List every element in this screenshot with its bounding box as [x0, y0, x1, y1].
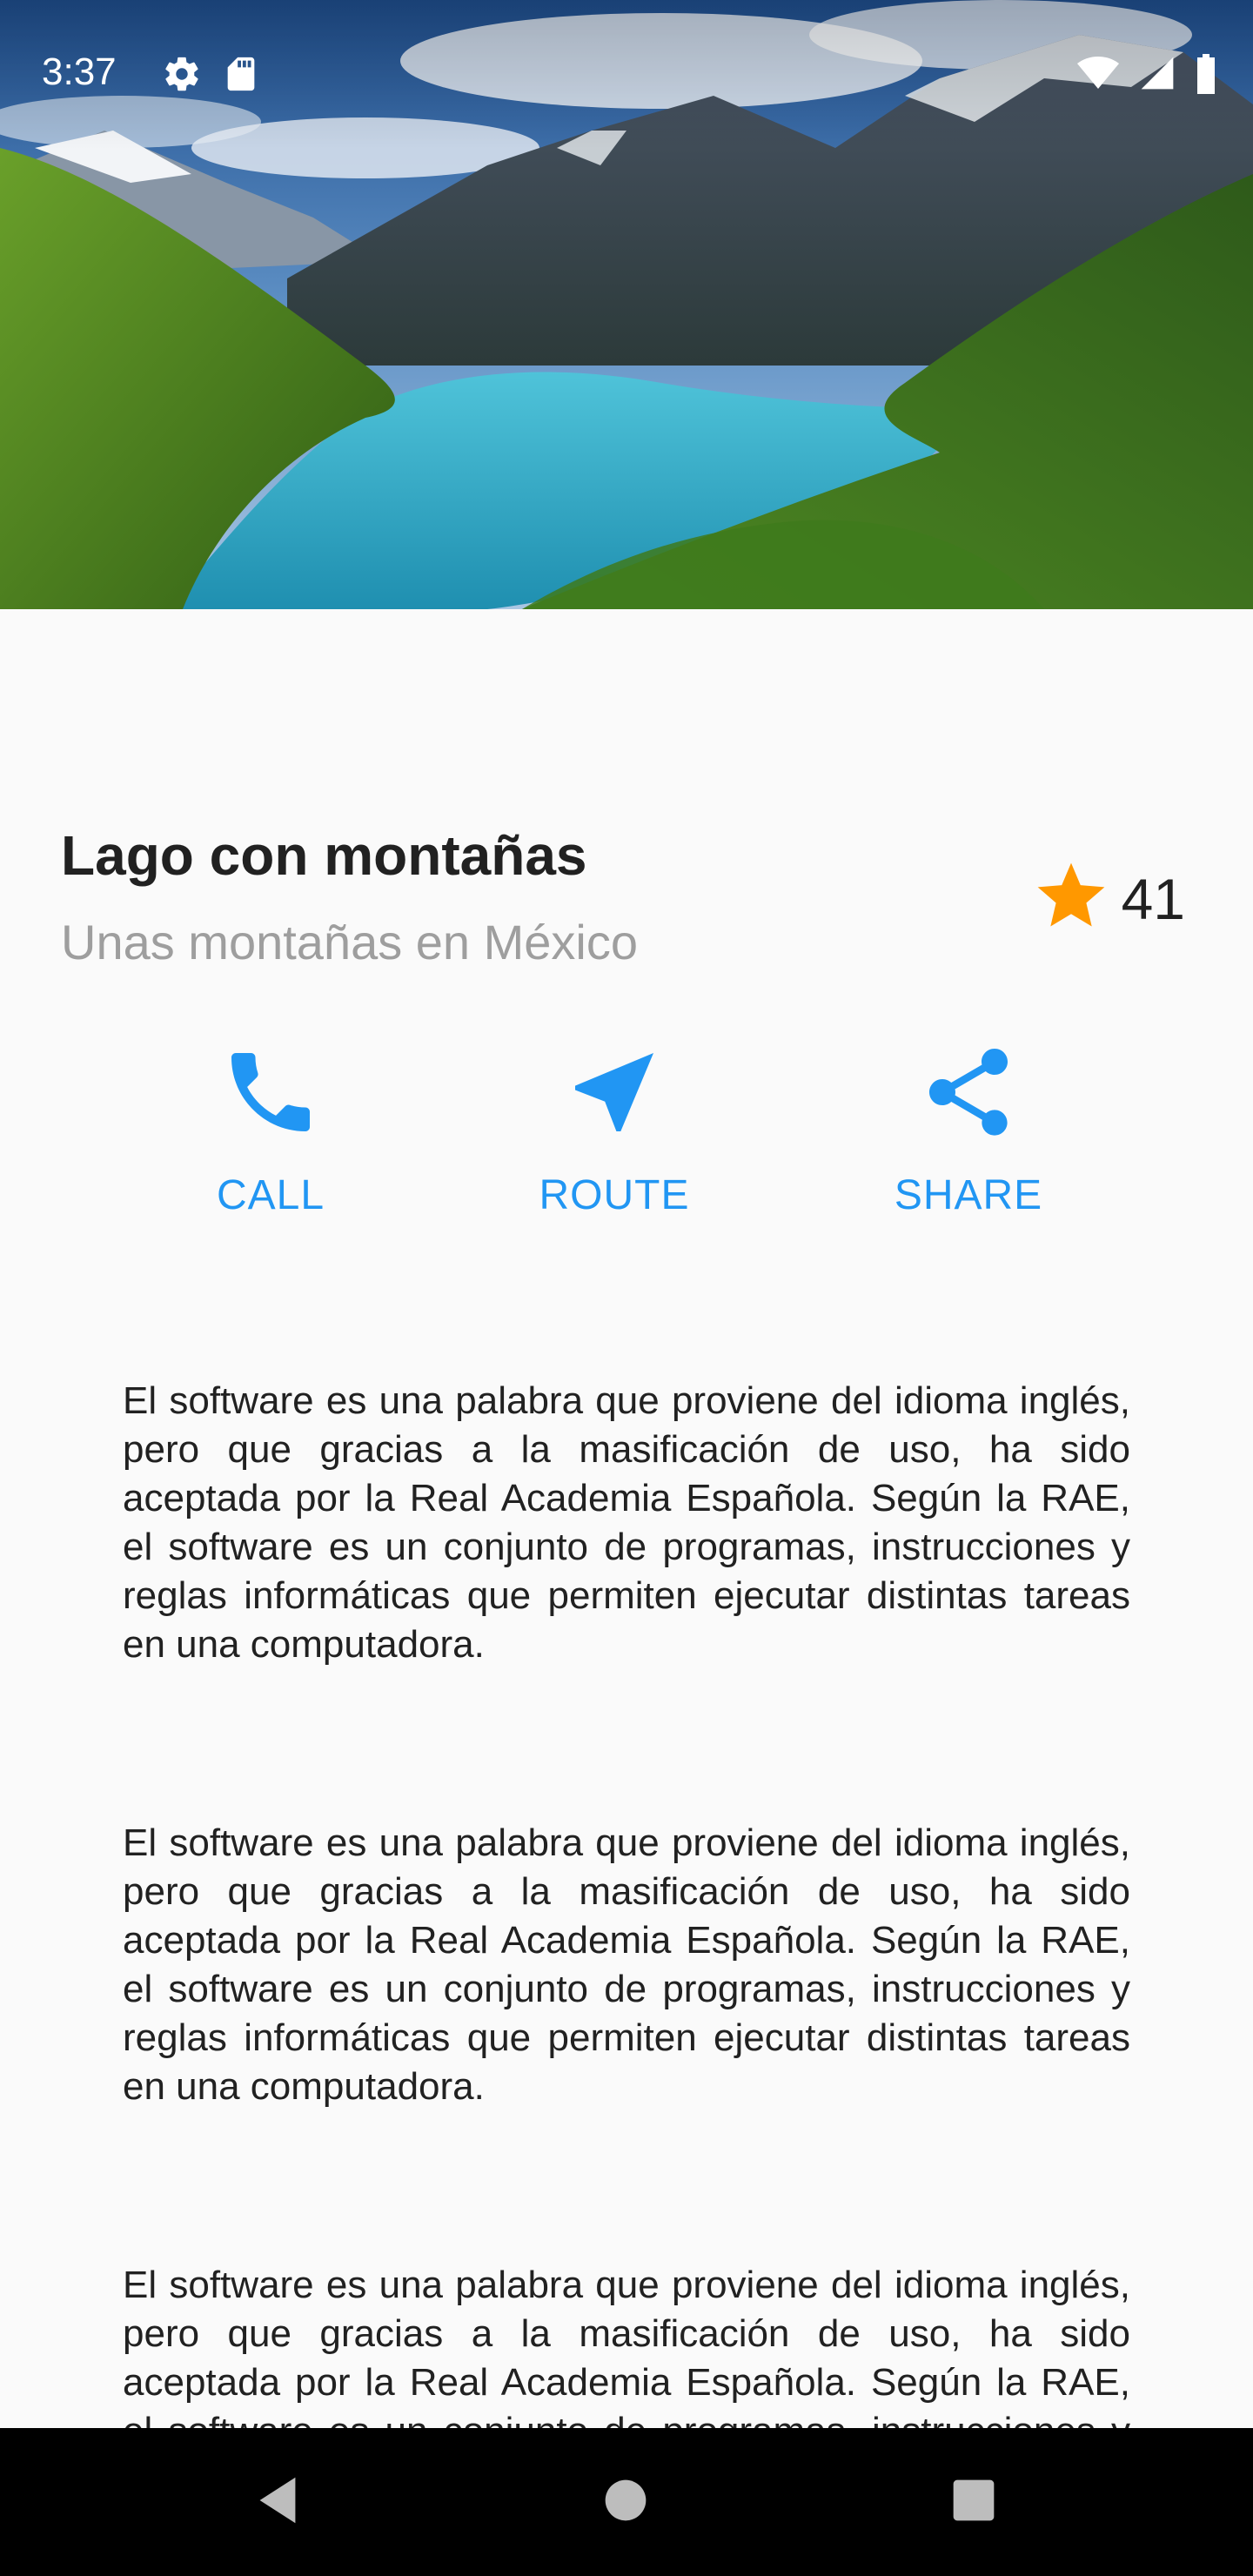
sd-card-icon [221, 54, 261, 98]
home-button[interactable] [552, 2428, 700, 2576]
battery-icon [1194, 52, 1218, 98]
recents-button[interactable] [900, 2428, 1048, 2576]
action-bar: CALL ROUTE SHARE [0, 1036, 1253, 1236]
description-scroll[interactable]: El software es una palabra que proviene … [0, 1377, 1253, 2428]
status-time: 3:37 [42, 50, 117, 93]
description-paragraph: El software es una palabra que proviene … [123, 1379, 1130, 1666]
back-button[interactable] [204, 2428, 352, 2576]
back-icon [247, 2470, 308, 2535]
share-icon [912, 1036, 1025, 1149]
call-label: CALL [216, 1172, 325, 1218]
rating-value: 41 [1121, 866, 1185, 931]
share-button[interactable]: SHARE [838, 1036, 1099, 1236]
settings-icon [162, 54, 202, 98]
wifi-icon [1075, 52, 1121, 98]
star-icon [1031, 856, 1111, 941]
phone-icon [214, 1036, 327, 1149]
recents-icon [943, 2470, 1004, 2535]
place-subtitle: Unas montañas en México [61, 915, 639, 969]
status-bar: 3:37 [0, 0, 1253, 150]
share-label: SHARE [894, 1172, 1043, 1218]
signal-icon [1138, 52, 1176, 98]
description-paragraph: El software es una palabra que proviene … [123, 2264, 1130, 2428]
home-icon [595, 2470, 656, 2535]
route-button[interactable]: ROUTE [484, 1036, 745, 1236]
description-paragraph: El software es una palabra que proviene … [123, 1821, 1130, 2108]
place-title: Lago con montañas [61, 824, 587, 887]
system-nav-bar [0, 2428, 1253, 2576]
navigation-icon [558, 1036, 671, 1149]
route-label: ROUTE [539, 1172, 690, 1218]
call-button[interactable]: CALL [140, 1036, 401, 1236]
rating: 41 [1031, 856, 1185, 941]
